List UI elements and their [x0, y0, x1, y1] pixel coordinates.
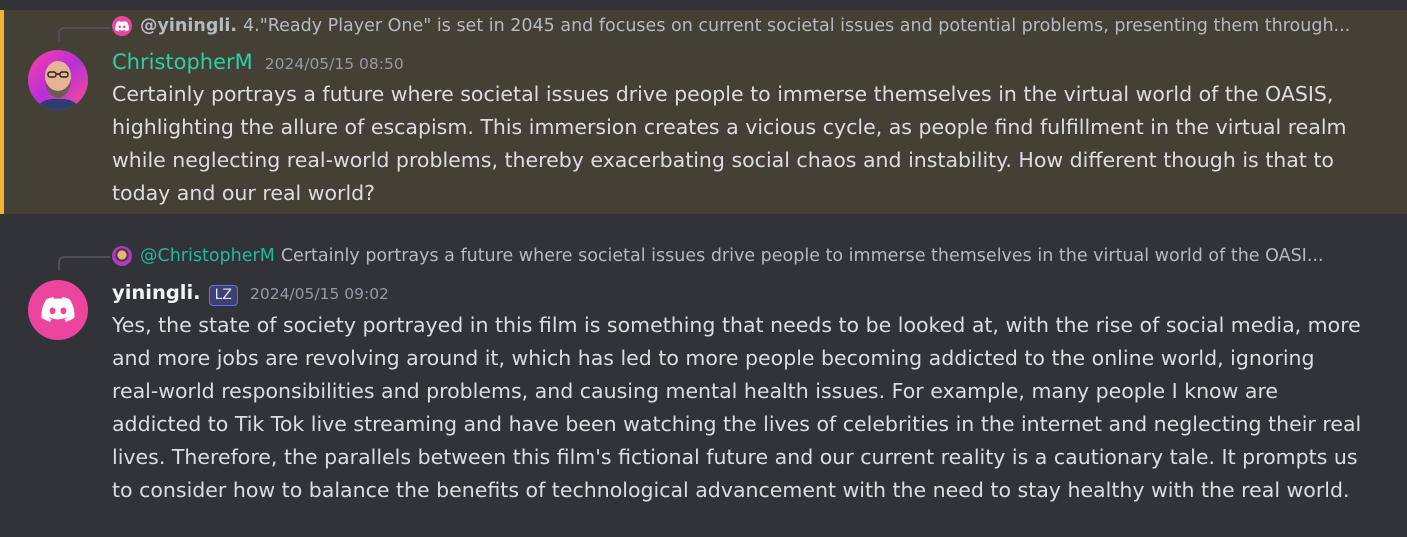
reply-username[interactable]: @ChristopherM: [140, 246, 275, 266]
reply-preview[interactable]: @ChristopherM Certainly portrays a futur…: [112, 245, 1352, 267]
reply-preview[interactable]: @yiningli. 4."Ready Player One" is set i…: [112, 15, 1352, 37]
reply-snippet[interactable]: 4."Ready Player One" is set in 2045 and …: [243, 16, 1350, 36]
message-content: Yes, the state of society portrayed in t…: [112, 313, 1362, 502]
discord-logo-icon: [112, 16, 132, 36]
discord-logo-icon[interactable]: [28, 280, 88, 340]
reply-spine-icon: [58, 256, 110, 270]
author-name[interactable]: ChristopherM: [112, 50, 253, 74]
server-tag-badge[interactable]: LZ: [208, 285, 238, 306]
message-header: yiningli. LZ 2024/05/15 09:02: [112, 281, 389, 306]
message-timestamp[interactable]: 2024/05/15 08:50: [265, 55, 404, 73]
message-content: Certainly portrays a future where societ…: [112, 82, 1347, 205]
reply-spine-icon: [58, 27, 110, 41]
message-item[interactable]: @yiningli. 4."Ready Player One" is set i…: [0, 10, 1407, 214]
message-item[interactable]: @ChristopherM Certainly portrays a futur…: [0, 230, 1407, 510]
message-header: ChristopherM 2024/05/15 08:50: [112, 50, 404, 74]
avatar-mini: [112, 246, 132, 266]
message-timestamp[interactable]: 2024/05/15 09:02: [250, 285, 389, 303]
avatar[interactable]: [28, 50, 88, 110]
reply-username[interactable]: @yiningli.: [140, 16, 237, 36]
author-name[interactable]: yiningli.: [112, 281, 201, 304]
reply-snippet[interactable]: Certainly portrays a future where societ…: [281, 246, 1324, 266]
